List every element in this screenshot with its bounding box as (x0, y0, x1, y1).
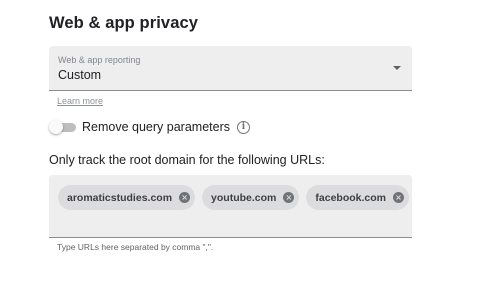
remove-chip-icon[interactable]: × (179, 192, 191, 203)
remove-query-parameters-toggle[interactable] (49, 119, 76, 135)
url-chip: youtube.com × (202, 185, 300, 210)
section-title: Web & app privacy (49, 14, 199, 32)
chip-text: aromaticstudies.com (67, 191, 173, 204)
toggle-label: Remove query parameters (82, 120, 230, 134)
select-label: Web & app reporting (58, 55, 141, 65)
url-chip: aromaticstudies.com × (58, 185, 196, 210)
select-value: Custom (58, 68, 102, 82)
query-parameters-row: Remove query parameters i (49, 118, 250, 136)
root-domain-label: Only track the root domain for the follo… (49, 153, 325, 167)
url-chip-input[interactable]: aromaticstudies.com × youtube.com × face… (49, 175, 412, 238)
chip-text: facebook.com (315, 191, 386, 204)
toggle-thumb (49, 120, 63, 134)
remove-chip-icon[interactable]: × (283, 192, 295, 203)
remove-chip-icon[interactable]: × (393, 192, 404, 203)
chip-text: youtube.com (211, 191, 277, 204)
url-helper-text: Type URLs here separated by comma ",". (57, 242, 214, 252)
web-app-reporting-select[interactable]: Web & app reporting Custom (49, 46, 412, 91)
chip-list: aromaticstudies.com × youtube.com × face… (58, 185, 409, 210)
learn-more-link[interactable]: Learn more (57, 96, 103, 106)
info-icon[interactable]: i (236, 120, 250, 134)
dropdown-arrow-icon (393, 66, 401, 70)
url-chip: facebook.com × (306, 185, 409, 210)
privacy-settings-panel: Web & app privacy Web & app reporting Cu… (0, 0, 484, 282)
